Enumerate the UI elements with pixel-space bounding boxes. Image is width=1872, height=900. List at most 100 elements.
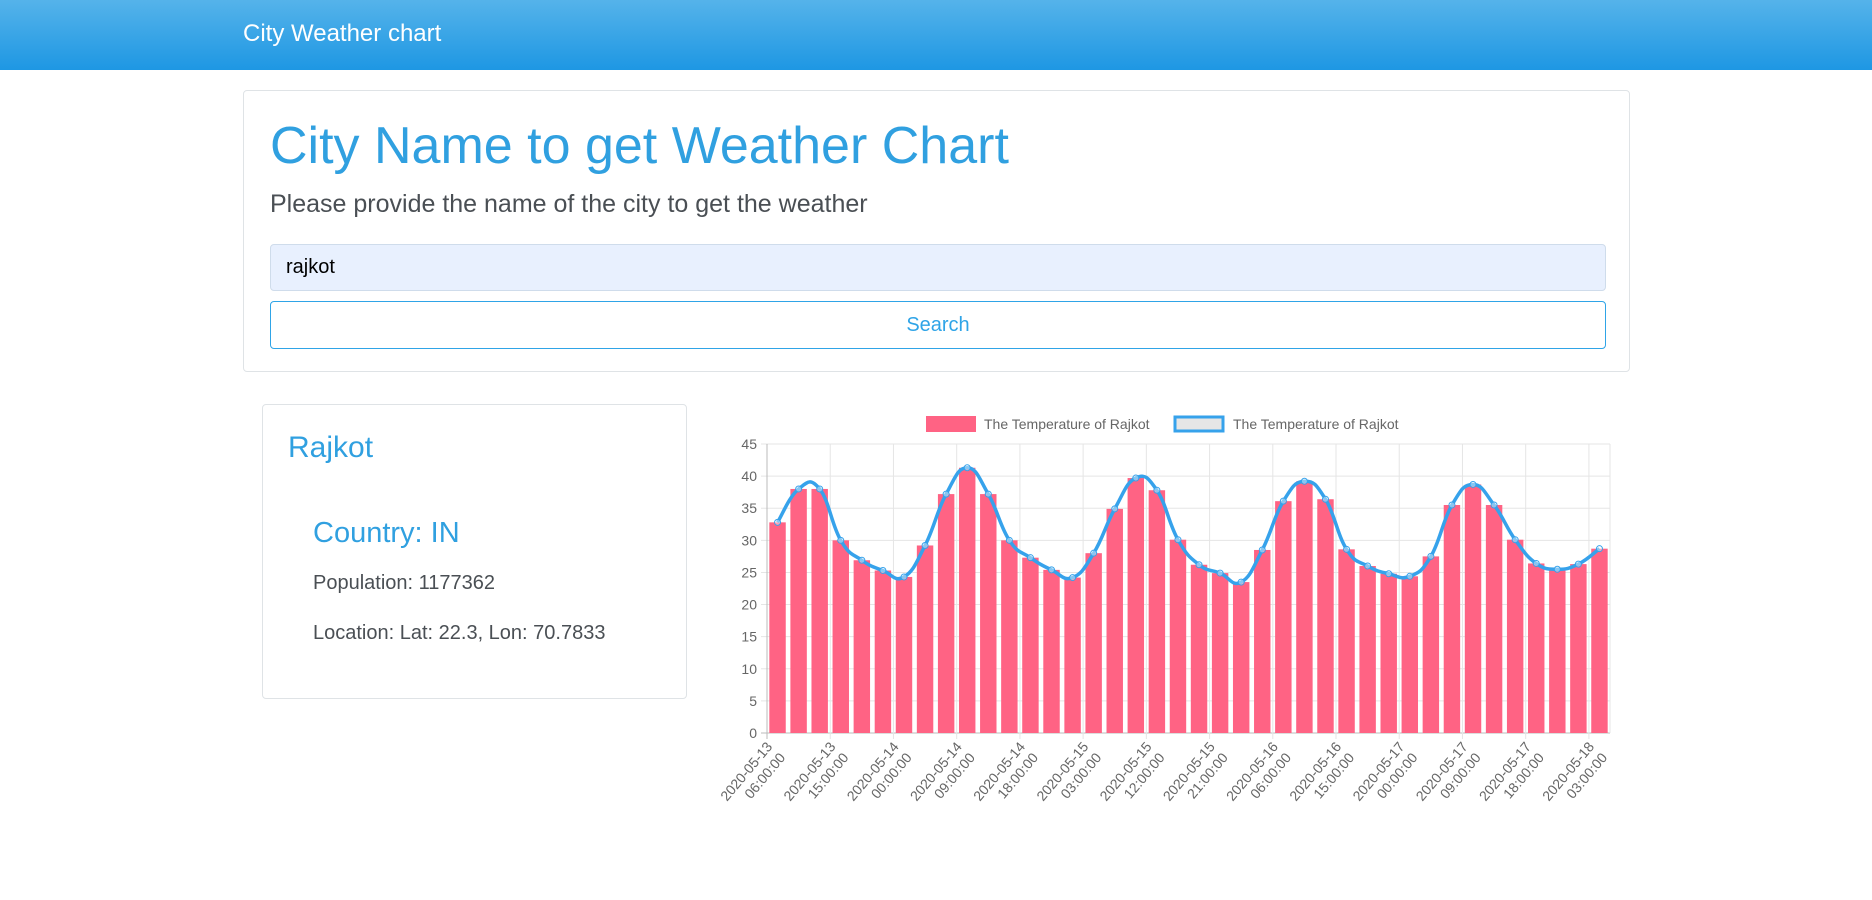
x-tick-label: 2020-05-1418:00:00	[970, 738, 1041, 803]
temperature-bar	[1443, 505, 1461, 733]
temperature-bar	[1211, 573, 1229, 733]
temperature-point	[1553, 565, 1561, 573]
temperature-point	[900, 573, 908, 581]
temperature-point	[774, 518, 782, 526]
temperature-point	[837, 536, 845, 544]
temperature-bar	[1232, 582, 1250, 733]
temperature-point	[1595, 545, 1603, 553]
x-tick-label: 2020-05-1400:00:00	[843, 738, 914, 803]
temperature-bar	[832, 540, 849, 733]
temperature-bar	[1127, 478, 1145, 733]
temperature-point	[1279, 497, 1287, 505]
page-subtitle: Please provide the name of the city to g…	[270, 190, 868, 218]
navbar: City Weather chart	[0, 0, 1872, 70]
temperature-point	[1048, 566, 1056, 574]
legend-swatch-line	[1173, 415, 1225, 433]
city-population: Population: 1177362	[313, 572, 496, 594]
y-tick-label: 35	[741, 500, 757, 516]
temperature-bar	[1549, 569, 1566, 733]
page-title: City Name to get Weather Chart	[270, 117, 1009, 175]
x-tick-label: 2020-05-1709:00:00	[1412, 738, 1483, 803]
temperature-bar	[1528, 563, 1545, 733]
temperature-point	[1005, 536, 1013, 544]
y-tick-label: 30	[741, 532, 757, 548]
temperature-point	[1364, 562, 1372, 570]
temperature-bar	[1338, 549, 1355, 733]
temperature-point	[1132, 474, 1140, 482]
search-button[interactable]: Search	[270, 301, 1606, 349]
temperature-point	[1385, 570, 1393, 578]
temperature-point	[1069, 574, 1077, 582]
temperature-point	[1026, 554, 1034, 562]
temperature-bar	[937, 494, 955, 733]
temperature-bar	[916, 545, 934, 733]
temperature-bar	[1570, 564, 1587, 733]
temperature-bar	[958, 467, 976, 733]
temperature-point	[984, 490, 992, 498]
temperature-bar	[1591, 548, 1608, 733]
temperature-bar	[1064, 577, 1081, 733]
x-tick-label: 2020-05-1512:00:00	[1096, 738, 1167, 803]
temperature-point	[1490, 501, 1498, 509]
temperature-bar	[1359, 566, 1376, 733]
temperature-bar	[1001, 540, 1018, 733]
temperature-bar	[1296, 481, 1313, 733]
city-location: Location: Lat: 22.3, Lon: 70.7833	[313, 622, 606, 644]
temperature-chart-svg: 0510152025303540452020-05-1306:00:002020…	[720, 415, 1611, 804]
legend-label-bar: The Temperature of Rajkot	[984, 416, 1150, 432]
temperature-point	[1511, 536, 1519, 544]
y-tick-label: 15	[741, 629, 757, 645]
temperature-point	[921, 541, 929, 549]
temperature-point	[1111, 505, 1119, 513]
x-tick-label: 2020-05-1700:00:00	[1349, 738, 1420, 803]
x-tick-label: 2020-05-1521:00:00	[1160, 738, 1231, 803]
temperature-point	[1469, 480, 1477, 488]
temperature-point	[1574, 560, 1582, 568]
temperature-bar	[1317, 499, 1334, 733]
city-name: Rajkot	[288, 431, 374, 464]
temperature-bar	[769, 522, 786, 733]
temperature-bar	[1169, 539, 1187, 733]
temperature-bar	[853, 560, 871, 733]
temperature-point	[795, 485, 803, 493]
temperature-point	[1090, 549, 1098, 557]
legend-swatch-bar	[926, 416, 976, 432]
temperature-point	[1237, 578, 1245, 586]
temperature-bar	[1106, 508, 1123, 733]
search-card: City Name to get Weather Chart Please pr…	[243, 90, 1630, 372]
temperature-bar	[1022, 557, 1039, 733]
temperature-point	[858, 556, 866, 564]
temperature-bar	[874, 570, 892, 733]
temperature-bar	[1464, 484, 1482, 733]
x-tick-label: 2020-05-1606:00:00	[1223, 738, 1294, 803]
city-search-input[interactable]	[270, 244, 1606, 291]
temperature-bar	[1275, 501, 1292, 733]
temperature-bar	[1254, 549, 1271, 733]
temperature-bar	[811, 488, 828, 733]
temperature-point	[1321, 495, 1329, 503]
temperature-point	[1343, 545, 1351, 553]
temperature-bar	[1148, 490, 1166, 733]
y-tick-label: 0	[749, 725, 757, 741]
x-tick-label: 2020-05-1315:00:00	[780, 738, 851, 803]
y-tick-label: 40	[741, 468, 757, 484]
temperature-bar	[1085, 553, 1102, 733]
city-info-card: Rajkot Country: IN Population: 1177362 L…	[262, 404, 687, 699]
temperature-bar	[1401, 576, 1419, 733]
temperature-bar	[1190, 564, 1208, 733]
temperature-point	[1216, 569, 1224, 577]
temperature-bar	[1380, 573, 1397, 733]
temperature-bar	[1422, 556, 1440, 733]
temperature-point	[1174, 536, 1182, 544]
city-country: Country: IN	[313, 517, 460, 549]
x-tick-label: 2020-05-1306:00:00	[720, 738, 788, 803]
temperature-point	[1406, 572, 1414, 580]
y-tick-label: 25	[741, 564, 757, 580]
x-tick-label: 2020-05-1718:00:00	[1476, 738, 1547, 803]
temperature-bar	[895, 576, 913, 733]
navbar-brand[interactable]: City Weather chart	[243, 20, 441, 48]
temperature-point	[963, 464, 971, 472]
temperature-bar	[1043, 569, 1060, 733]
temperature-point	[1448, 501, 1456, 509]
y-tick-label: 5	[749, 693, 757, 709]
